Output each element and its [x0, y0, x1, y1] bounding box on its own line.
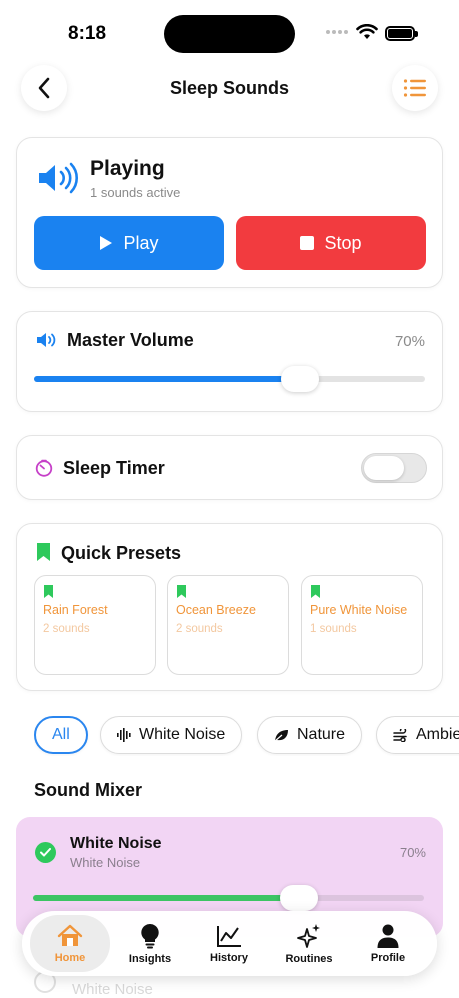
preset-name: Pure White Noise	[310, 603, 408, 617]
preset-name: Rain Forest	[43, 603, 108, 617]
dynamic-island	[164, 15, 295, 53]
sound-mixer-title: Sound Mixer	[34, 780, 143, 800]
mixer-sound-volume-fill	[33, 895, 299, 901]
playback-card: Playing 1 sounds active Play Stop	[16, 137, 443, 288]
tab-label: Home	[54, 951, 86, 964]
master-volume-fill	[34, 376, 300, 382]
leaf-icon	[274, 729, 288, 741]
filter-chip-ambient[interactable]: Ambient	[376, 716, 459, 754]
tab-label: History	[210, 951, 248, 964]
tab-label: Routines	[285, 952, 333, 965]
mixer-sound-category: White Noise	[70, 855, 141, 870]
mixer-sound-volume-value: 70%	[399, 845, 426, 860]
tab-bar: Home Insights History Routines Profile	[22, 911, 437, 976]
filter-chip-white-noise[interactable]: White Noise	[100, 716, 243, 754]
person-icon	[377, 924, 399, 948]
bookmark-icon	[44, 585, 53, 598]
bookmark-icon	[177, 585, 186, 598]
play-button-label: Play	[123, 232, 159, 253]
sleep-timer-title: Sleep Timer	[63, 458, 165, 478]
master-volume-card: Master Volume 70%	[16, 311, 443, 412]
filter-chip-label: All	[52, 726, 70, 743]
checkmark-icon[interactable]	[35, 842, 56, 863]
category-filter-bar: All White Noise Nature Ambient	[34, 716, 459, 756]
menu-button[interactable]	[392, 65, 438, 111]
filter-chip-label: White Noise	[139, 726, 226, 743]
filter-chip-all[interactable]: All	[34, 716, 88, 754]
preset-sound-count: 2 sounds	[43, 623, 90, 635]
mixer-sound-name: White Noise	[72, 981, 153, 998]
mixer-sound-volume-slider[interactable]	[33, 885, 424, 911]
cellular-signal-icon	[326, 30, 348, 34]
status-time: 8:18	[68, 23, 107, 44]
lightbulb-icon	[141, 923, 159, 948]
tab-insights[interactable]: Insights	[110, 915, 190, 972]
status-bar: 8:18	[0, 0, 459, 60]
filter-chip-label: Ambient	[416, 726, 459, 743]
house-icon	[57, 924, 83, 946]
timer-icon	[35, 459, 53, 477]
page-title: Sleep Sounds	[169, 78, 290, 98]
tab-home[interactable]: Home	[30, 915, 110, 972]
list-icon	[403, 79, 426, 97]
chart-line-icon	[217, 925, 241, 947]
playback-status-title: Playing	[90, 157, 165, 180]
tab-profile[interactable]: Profile	[348, 915, 428, 972]
preset-card[interactable]: Rain Forest 2 sounds	[34, 575, 156, 675]
master-volume-title: Master Volume	[67, 330, 194, 350]
bookmark-icon	[311, 585, 320, 598]
tab-history[interactable]: History	[189, 915, 269, 972]
master-volume-thumb[interactable]	[280, 366, 319, 392]
volume-icon	[37, 333, 56, 347]
filter-chip-label: Nature	[297, 726, 346, 743]
mixer-sound-name: White Noise	[70, 835, 162, 852]
active-sounds-count: 1 sounds active	[90, 185, 181, 200]
preset-sound-count: 2 sounds	[176, 623, 223, 635]
sparkles-icon	[297, 923, 320, 948]
stop-button[interactable]: Stop	[236, 216, 426, 270]
preset-card[interactable]: Ocean Breeze 2 sounds	[167, 575, 289, 675]
quick-presets-card: Quick Presets Rain Forest 2 sounds Ocean…	[16, 523, 443, 691]
master-volume-slider[interactable]	[34, 366, 425, 392]
filter-chip-nature[interactable]: Nature	[257, 716, 363, 754]
preset-card[interactable]: Pure White Noise 1 sounds	[301, 575, 423, 675]
toggle-knob	[364, 456, 404, 480]
tab-routines[interactable]: Routines	[269, 915, 349, 972]
bookmark-icon	[37, 543, 50, 561]
stop-button-label: Stop	[324, 232, 362, 253]
battery-icon	[385, 26, 418, 41]
speaker-wave-icon	[39, 162, 78, 194]
preset-name: Ocean Breeze	[176, 603, 256, 617]
sleep-timer-toggle[interactable]	[361, 453, 427, 483]
sleep-timer-card: Sleep Timer	[16, 435, 443, 500]
tab-label: Profile	[370, 951, 406, 964]
master-volume-value: 70%	[394, 333, 425, 350]
tab-label: Insights	[128, 952, 172, 965]
wind-icon	[393, 728, 407, 742]
play-button[interactable]: Play	[34, 216, 224, 270]
quick-presets-title: Quick Presets	[61, 543, 182, 563]
waveform-icon	[117, 728, 131, 742]
play-icon	[100, 236, 113, 250]
mixer-sound-volume-thumb[interactable]	[279, 885, 318, 911]
preset-sound-count: 1 sounds	[310, 623, 357, 635]
stop-icon	[300, 236, 315, 250]
wifi-icon	[356, 24, 378, 39]
